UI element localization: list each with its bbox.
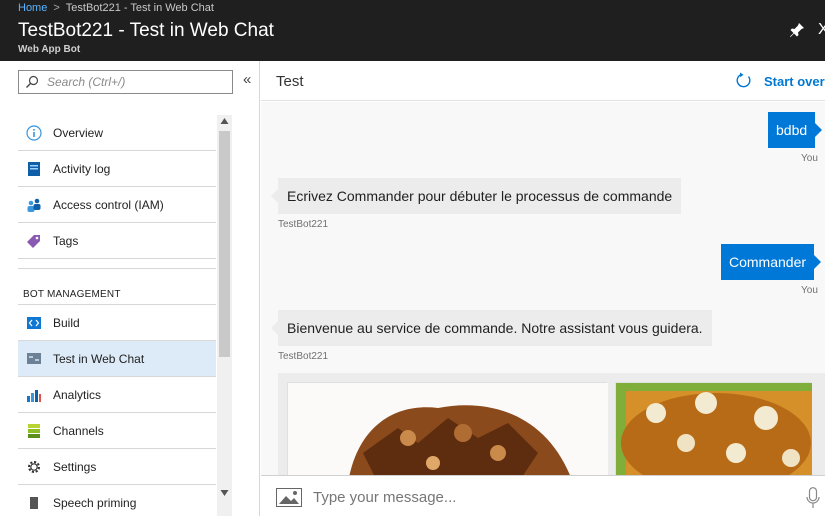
refresh-icon[interactable] bbox=[735, 72, 752, 89]
code-icon bbox=[27, 316, 41, 329]
info-circle-icon bbox=[26, 124, 42, 141]
breadcrumb-separator: > bbox=[53, 2, 60, 14]
nav-list: Overview Activity log Access control (IA… bbox=[18, 115, 216, 516]
scroll-thumb[interactable] bbox=[219, 131, 230, 357]
channels-icon bbox=[28, 423, 40, 438]
sidebar-item-tags[interactable]: Tags bbox=[18, 223, 216, 259]
breadcrumb-home-link[interactable]: Home bbox=[18, 2, 47, 14]
microphone-icon[interactable] bbox=[806, 487, 820, 509]
sidebar-item-label: Channels bbox=[53, 423, 104, 438]
chat-title: Test bbox=[276, 73, 304, 90]
pin-icon[interactable] bbox=[789, 22, 805, 38]
message-history: bdbd You Ecrivez Commander pour débuter … bbox=[261, 102, 825, 475]
menu-search-input[interactable] bbox=[47, 73, 227, 91]
sidebar-item-analytics[interactable]: Analytics bbox=[18, 377, 216, 413]
bot-message-bubble: Bienvenue au service de commande. Notre … bbox=[271, 310, 712, 346]
analytics-icon bbox=[27, 389, 41, 402]
scroll-down-icon[interactable] bbox=[220, 489, 229, 497]
section-header-bot-management: BOT MANAGEMENT bbox=[18, 269, 216, 305]
user-message-bubble: Commander bbox=[721, 244, 822, 280]
menu-search-box[interactable] bbox=[18, 70, 233, 94]
collapse-menu-icon[interactable]: « bbox=[243, 71, 257, 89]
sidebar-item-settings[interactable]: Settings bbox=[18, 449, 216, 485]
sidebar-item-overview[interactable]: Overview bbox=[18, 115, 216, 151]
blade-header: Home > TestBot221 - Test in Web Chat TestB… bbox=[0, 0, 825, 61]
chat-icon bbox=[27, 352, 41, 364]
sidebar-item-label: Overview bbox=[53, 125, 104, 140]
message-caption: You bbox=[801, 285, 818, 296]
speech-icon bbox=[30, 496, 38, 509]
menu-scrollbar[interactable] bbox=[217, 115, 232, 516]
nav-spacer bbox=[18, 259, 216, 269]
close-icon[interactable]: X bbox=[818, 22, 825, 38]
breadcrumb-current[interactable]: TestBot221 - Test in Web Chat bbox=[66, 2, 214, 14]
user-message-bubble: bdbd bbox=[768, 112, 823, 148]
sidebar-item-access-control[interactable]: Access control (IAM) bbox=[18, 187, 216, 223]
sidebar-item-label: Build bbox=[53, 315, 80, 330]
sidebar-item-label: Test in Web Chat bbox=[53, 351, 145, 366]
hero-card[interactable] bbox=[287, 382, 608, 475]
sidebar-item-label: Tags bbox=[53, 233, 79, 248]
sidebar-item-channels[interactable]: Channels bbox=[18, 413, 216, 449]
tag-icon bbox=[27, 234, 40, 248]
sidebar-item-build[interactable]: Build bbox=[18, 305, 216, 341]
card-image-poutine bbox=[616, 383, 812, 475]
sidebar-item-label: Access control (IAM) bbox=[53, 197, 164, 212]
bot-message-bubble: Ecrivez Commander pour débuter le proces… bbox=[270, 178, 682, 214]
sidebar-item-label: Analytics bbox=[53, 387, 102, 402]
message-caption: TestBot221 bbox=[278, 219, 329, 230]
sidebar-item-activity-log[interactable]: Activity log bbox=[18, 151, 216, 187]
image-upload-icon[interactable] bbox=[276, 488, 302, 507]
sidebar-item-label: Activity log bbox=[53, 161, 111, 176]
card-image-poutine bbox=[288, 383, 608, 475]
hero-card[interactable] bbox=[615, 382, 812, 475]
message-caption: TestBot221 bbox=[278, 351, 329, 362]
activity-log-icon bbox=[28, 161, 40, 176]
people-icon bbox=[27, 198, 41, 212]
message-input-bar bbox=[261, 475, 825, 516]
resource-menu: « Overview Activity log Access control (… bbox=[0, 61, 260, 516]
message-caption: You bbox=[801, 153, 818, 164]
page-title: TestBot221 - Test in Web Chat bbox=[18, 20, 274, 41]
web-chat-panel: Test Start over bdbd You Ecrivez Command… bbox=[261, 61, 825, 516]
chat-header: Test Start over bbox=[261, 61, 825, 101]
scroll-up-icon[interactable] bbox=[220, 117, 229, 125]
sidebar-item-label: Settings bbox=[53, 459, 97, 474]
search-icon bbox=[26, 75, 39, 88]
breadcrumb: Home > TestBot221 - Test in Web Chat bbox=[18, 2, 214, 14]
sidebar-item-speech-priming[interactable]: Speech priming bbox=[18, 485, 216, 516]
page-subtitle: Web App Bot bbox=[18, 44, 81, 55]
sidebar-item-label: Speech priming bbox=[53, 495, 137, 510]
message-input[interactable] bbox=[313, 486, 793, 508]
start-over-button[interactable]: Start over bbox=[764, 74, 825, 89]
card-carousel bbox=[278, 373, 825, 475]
sidebar-item-test-in-web-chat[interactable]: Test in Web Chat bbox=[18, 341, 216, 377]
gear-icon bbox=[28, 460, 40, 473]
